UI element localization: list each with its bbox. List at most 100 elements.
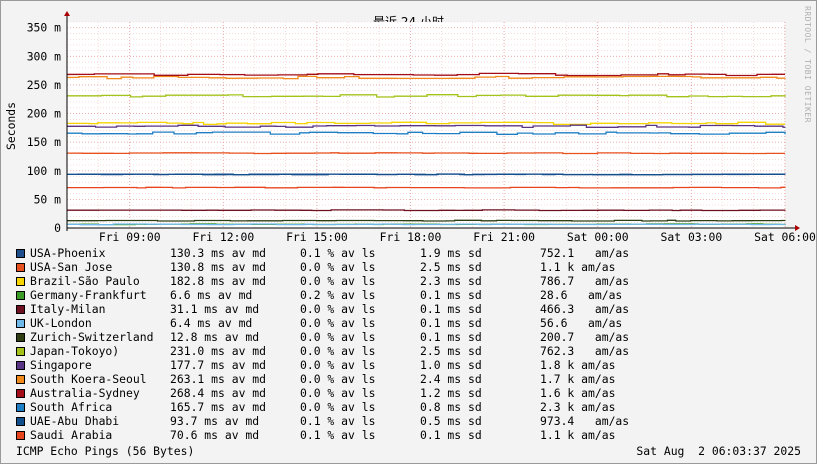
legend-amas: 1.1 k am/as: [540, 260, 616, 274]
series-line: [66, 186, 786, 189]
x-tick-label: Sat 06:00: [754, 230, 816, 244]
legend-stddev: 2.4 ms sd: [420, 372, 482, 386]
legend-amas: 28.6 am/as: [540, 288, 623, 302]
legend-amas: 762.3 am/as: [540, 344, 630, 358]
legend-loss: 0.0 % av ls: [300, 274, 376, 288]
legend-swatch: [16, 262, 25, 272]
legend-loss: 0.1 % av ls: [300, 414, 376, 428]
legend-name: Zurich-Switzerland: [30, 330, 154, 344]
legend-stddev: 0.5 ms sd: [420, 414, 482, 428]
legend-amas: 752.1 am/as: [540, 246, 630, 260]
legend-swatch: [16, 276, 25, 286]
legend-row: Japan-Tokoyo) 231.0 ms av md 0.0 % av ls 2.…: [16, 344, 630, 358]
series-line: [66, 219, 786, 222]
legend-average: 130.8 ms av md: [170, 260, 267, 274]
footer-timestamp: Sat Aug 2 06:03:37 2025: [636, 444, 801, 458]
series-line: [66, 223, 786, 226]
legend-row: Saudi Arabia 70.6 ms av md 0.1 % av ls 0.1 …: [16, 428, 630, 442]
legend-loss: 0.0 % av ls: [300, 372, 376, 386]
legend-amas: 1.1 k am/as: [540, 428, 616, 442]
legend-average: 231.0 ms av md: [170, 344, 267, 358]
legend-swatch: [16, 332, 25, 342]
legend-row: Germany-Frankfurt 6.6 ms av md 0.2 % av ls…: [16, 288, 630, 302]
legend-stddev: 1.9 ms sd: [420, 246, 482, 260]
legend-average: 31.1 ms av md: [170, 302, 260, 316]
legend-name: Singapore: [30, 358, 92, 372]
y-tick-label: 200 m: [27, 107, 61, 121]
legend-stddev: 0.1 ms sd: [420, 428, 482, 442]
legend-name: Japan-Tokoyo): [30, 344, 120, 358]
legend-swatch: [16, 402, 25, 412]
x-tick-label: Sat 00:00: [567, 230, 629, 244]
legend-row: Zurich-Switzerland 12.8 ms av md 0.0 % av …: [16, 330, 630, 344]
legend-row: Singapore 177.7 ms av md 0.0 % av ls 1.0 ms…: [16, 358, 630, 372]
y-tick-label: 350 m: [27, 21, 61, 35]
legend-loss: 0.0 % av ls: [300, 330, 376, 344]
legend-stddev: 0.8 ms sd: [420, 400, 482, 414]
legend-stddev: 0.1 ms sd: [420, 288, 482, 302]
legend-loss: 0.1 % av ls: [300, 246, 376, 260]
legend-average: 12.8 ms av md: [170, 330, 260, 344]
legend-loss: 0.2 % av ls: [300, 288, 376, 302]
legend-average: 130.3 ms av md: [170, 246, 267, 260]
legend-loss: 0.0 % av ls: [300, 358, 376, 372]
legend-row: Brazil-São Paulo 182.8 ms av md 0.0 % av l…: [16, 274, 630, 288]
y-axis-arrow: [64, 11, 70, 16]
x-tick-label: Fri 15:00: [286, 230, 348, 244]
legend-amas: 1.8 k am/as: [540, 358, 616, 372]
y-tick-label: 100 m: [27, 164, 61, 178]
legend-amas: 973.4 am/as: [540, 414, 630, 428]
legend-amas: 1.7 k am/as: [540, 372, 616, 386]
legend-average: 182.8 ms av md: [170, 274, 267, 288]
legend-average: 70.6 ms av md: [170, 428, 260, 442]
footer-description: ICMP Echo Pings (56 Bytes): [16, 444, 195, 458]
legend-name: Italy-Milan: [30, 302, 106, 316]
legend-stddev: 0.1 ms sd: [420, 316, 482, 330]
legend-name: Brazil-São Paulo: [30, 274, 140, 288]
y-tick-label: 150 m: [27, 135, 61, 149]
x-tick-label: Fri 09:00: [99, 230, 161, 244]
legend-loss: 0.0 % av ls: [300, 344, 376, 358]
legend-swatch: [16, 430, 25, 440]
legend-amas: 786.7 am/as: [540, 274, 630, 288]
legend-name: USA-Phoenix: [30, 246, 106, 260]
legend-swatch: [16, 248, 25, 258]
legend-amas: 1.6 k am/as: [540, 386, 616, 400]
x-tick-label: Sat 03:00: [661, 230, 723, 244]
legend-name: Australia-Sydney: [30, 386, 140, 400]
legend-swatch: [16, 346, 25, 356]
legend-stddev: 1.2 ms sd: [420, 386, 482, 400]
legend-loss: 0.1 % av ls: [300, 428, 376, 442]
legend-row: UK-London 6.4 ms av md 0.0 % av ls 0.1 ms s…: [16, 316, 630, 330]
legend-average: 93.7 ms av md: [170, 414, 260, 428]
legend-stddev: 2.5 ms sd: [420, 260, 482, 274]
legend-average: 177.7 ms av md: [170, 358, 267, 372]
legend-average: 6.6 ms av md: [170, 288, 253, 302]
legend-loss: 0.0 % av ls: [300, 400, 376, 414]
y-tick-label: 0: [54, 221, 61, 235]
legend-stddev: 1.0 ms sd: [420, 358, 482, 372]
legend-loss: 0.0 % av ls: [300, 386, 376, 400]
legend-name: USA-San Jose: [30, 260, 113, 274]
legend-swatch: [16, 360, 25, 370]
x-tick-label: Fri 12:00: [192, 230, 254, 244]
legend-name: South Koera-Seoul: [30, 372, 147, 386]
legend-swatch: [16, 388, 25, 398]
legend-swatch: [16, 374, 25, 384]
legend-average: 263.1 ms av md: [170, 372, 267, 386]
x-tick-label: Fri 21:00: [473, 230, 535, 244]
legend-stddev: 2.3 ms sd: [420, 274, 482, 288]
legend-name: UAE-Abu Dhabi: [30, 414, 120, 428]
legend-loss: 0.0 % av ls: [300, 260, 376, 274]
series-line: [66, 173, 786, 176]
legend-swatch: [16, 318, 25, 328]
legend-name: Saudi Arabia: [30, 428, 113, 442]
x-tick-label: Fri 18:00: [380, 230, 442, 244]
series-line: [66, 209, 786, 212]
legend-row: UAE-Abu Dhabi 93.7 ms av md 0.1 % av ls 0.5…: [16, 414, 630, 428]
plot-area: [67, 22, 785, 228]
legend-row: USA-Phoenix 130.3 ms av md 0.1 % av ls 1.9 …: [16, 246, 630, 260]
legend-row: Australia-Sydney 268.4 ms av md 0.0 % av l…: [16, 386, 630, 400]
legend-stddev: 0.1 ms sd: [420, 330, 482, 344]
legend: USA-Phoenix 130.3 ms av md 0.1 % av ls 1.9 …: [16, 246, 630, 442]
